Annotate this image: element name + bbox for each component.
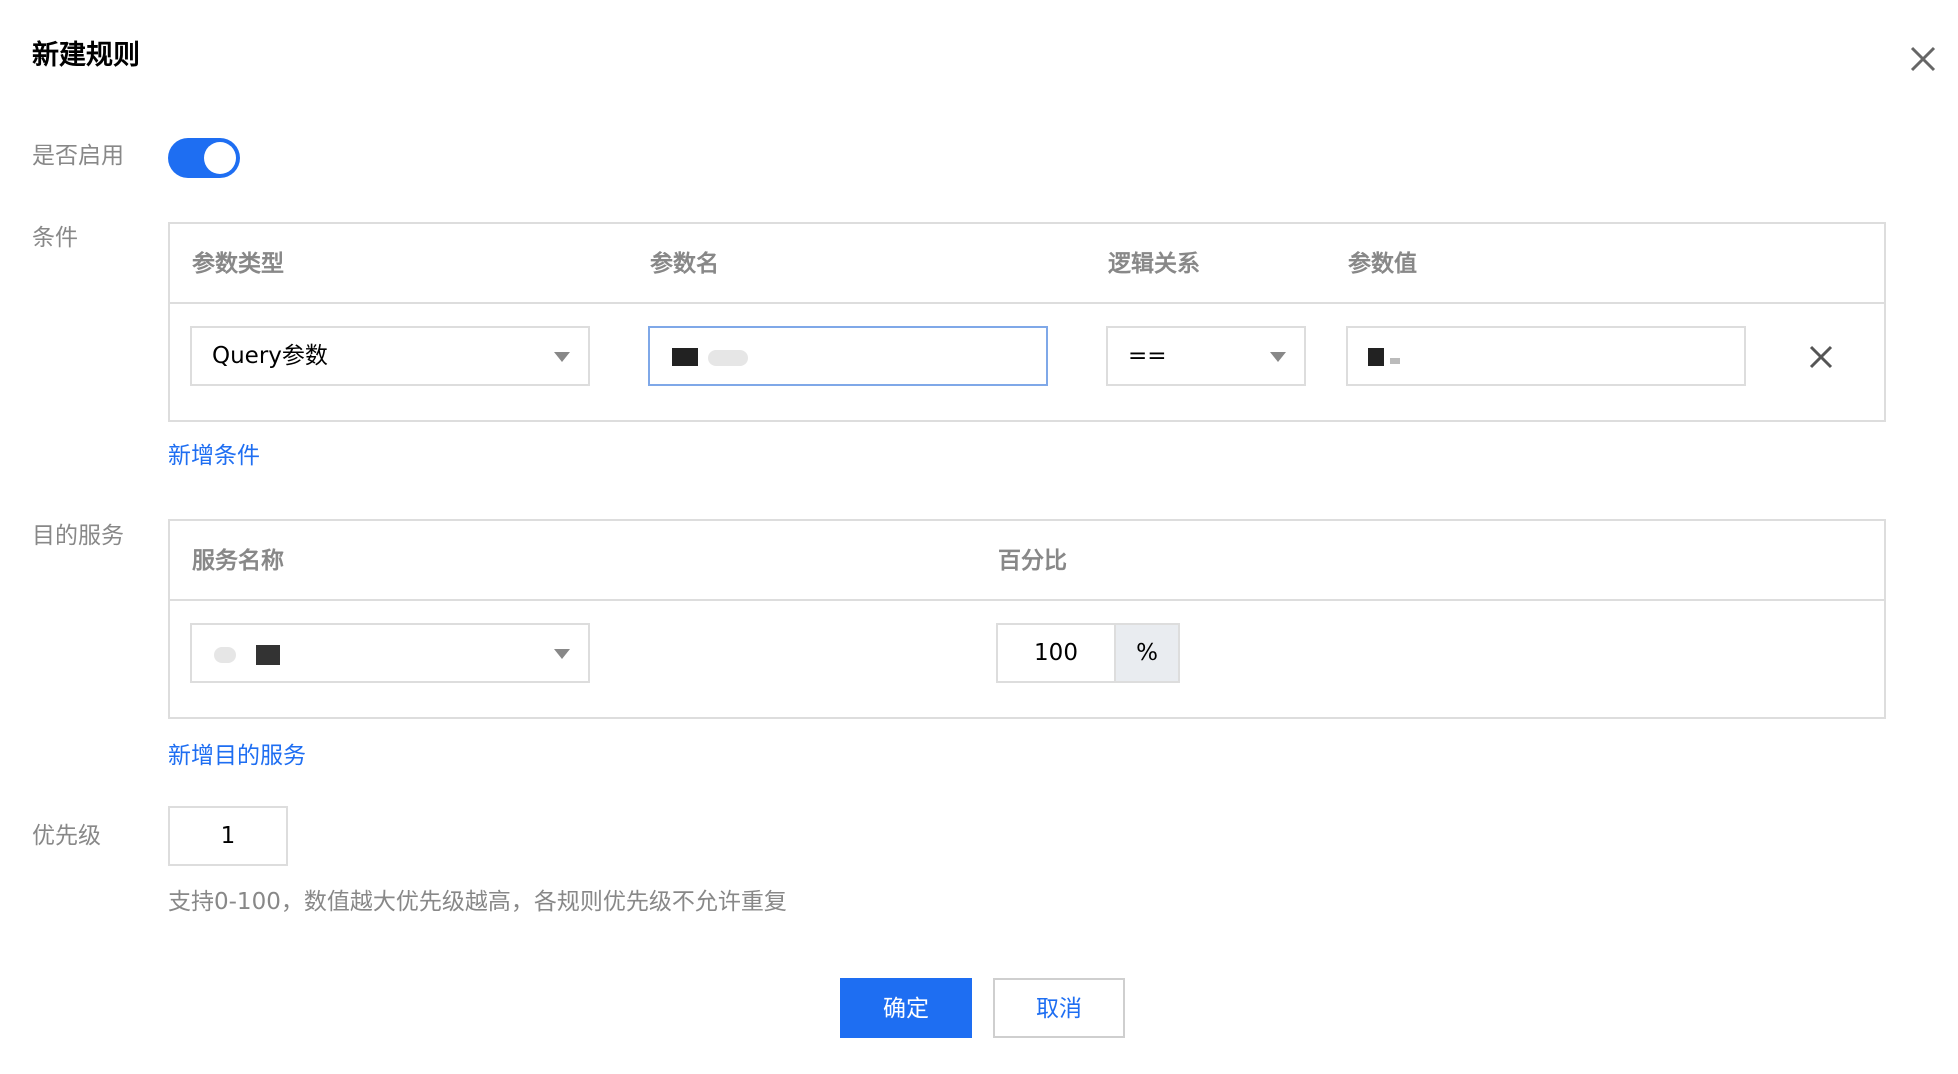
close-icon xyxy=(1910,46,1936,72)
service-name-select[interactable] xyxy=(190,623,590,683)
close-icon xyxy=(1809,345,1833,369)
table-row: Query参数 == xyxy=(170,304,1884,422)
toggle-knob xyxy=(204,142,236,174)
percent-value: 100 xyxy=(1034,640,1078,666)
col-service-name: 服务名称 xyxy=(192,548,284,574)
redacted-block xyxy=(256,645,280,665)
redacted-block xyxy=(708,350,748,366)
destinations-label: 目的服务 xyxy=(32,523,124,549)
redacted-block xyxy=(672,348,698,366)
col-percent: 百分比 xyxy=(998,548,1067,574)
destinations-table: 服务名称 百分比 100 % xyxy=(168,519,1886,719)
enable-toggle[interactable] xyxy=(168,138,240,178)
priority-hint: 支持0-100，数值越大优先级越高，各规则优先级不允许重复 xyxy=(168,889,787,915)
conditions-header: 参数类型 参数名 逻辑关系 参数值 xyxy=(170,224,1884,304)
redacted-block xyxy=(1390,358,1400,364)
param-type-value: Query参数 xyxy=(212,343,328,369)
remove-condition-button[interactable] xyxy=(1806,342,1836,372)
chevron-down-icon xyxy=(1270,352,1286,362)
add-condition-link[interactable]: 新增条件 xyxy=(168,440,260,472)
col-param-value: 参数值 xyxy=(1348,251,1417,277)
enable-label: 是否启用 xyxy=(32,143,124,169)
redacted-block xyxy=(214,647,236,663)
priority-label: 优先级 xyxy=(32,823,101,849)
chevron-down-icon xyxy=(554,352,570,362)
col-param-name: 参数名 xyxy=(650,251,719,277)
percent-unit: % xyxy=(1114,623,1180,683)
add-destination-link[interactable]: 新增目的服务 xyxy=(168,740,306,772)
conditions-table: 参数类型 参数名 逻辑关系 参数值 Query参数 == xyxy=(168,222,1886,422)
priority-value: 1 xyxy=(220,823,236,849)
close-button[interactable] xyxy=(1906,42,1940,76)
dialog-title: 新建规则 xyxy=(32,40,140,71)
destinations-header: 服务名称 百分比 xyxy=(170,521,1884,601)
operator-select[interactable]: == xyxy=(1106,326,1306,386)
col-param-type: 参数类型 xyxy=(192,251,284,277)
redacted-block xyxy=(1368,348,1384,366)
priority-input[interactable]: 1 xyxy=(168,806,288,866)
operator-value: == xyxy=(1128,343,1167,369)
chevron-down-icon xyxy=(554,649,570,659)
percent-input[interactable]: 100 xyxy=(996,623,1116,683)
cancel-button[interactable]: 取消 xyxy=(993,978,1125,1038)
param-type-select[interactable]: Query参数 xyxy=(190,326,590,386)
new-rule-dialog: 新建规则 是否启用 条件 参数类型 参数名 逻辑关系 参数值 Query参数 =… xyxy=(0,0,1958,1074)
param-value-input[interactable] xyxy=(1346,326,1746,386)
confirm-button[interactable]: 确定 xyxy=(840,978,972,1038)
table-row: 100 % xyxy=(170,601,1884,719)
col-operator: 逻辑关系 xyxy=(1108,251,1200,277)
param-name-input[interactable] xyxy=(648,326,1048,386)
conditions-label: 条件 xyxy=(32,225,78,251)
